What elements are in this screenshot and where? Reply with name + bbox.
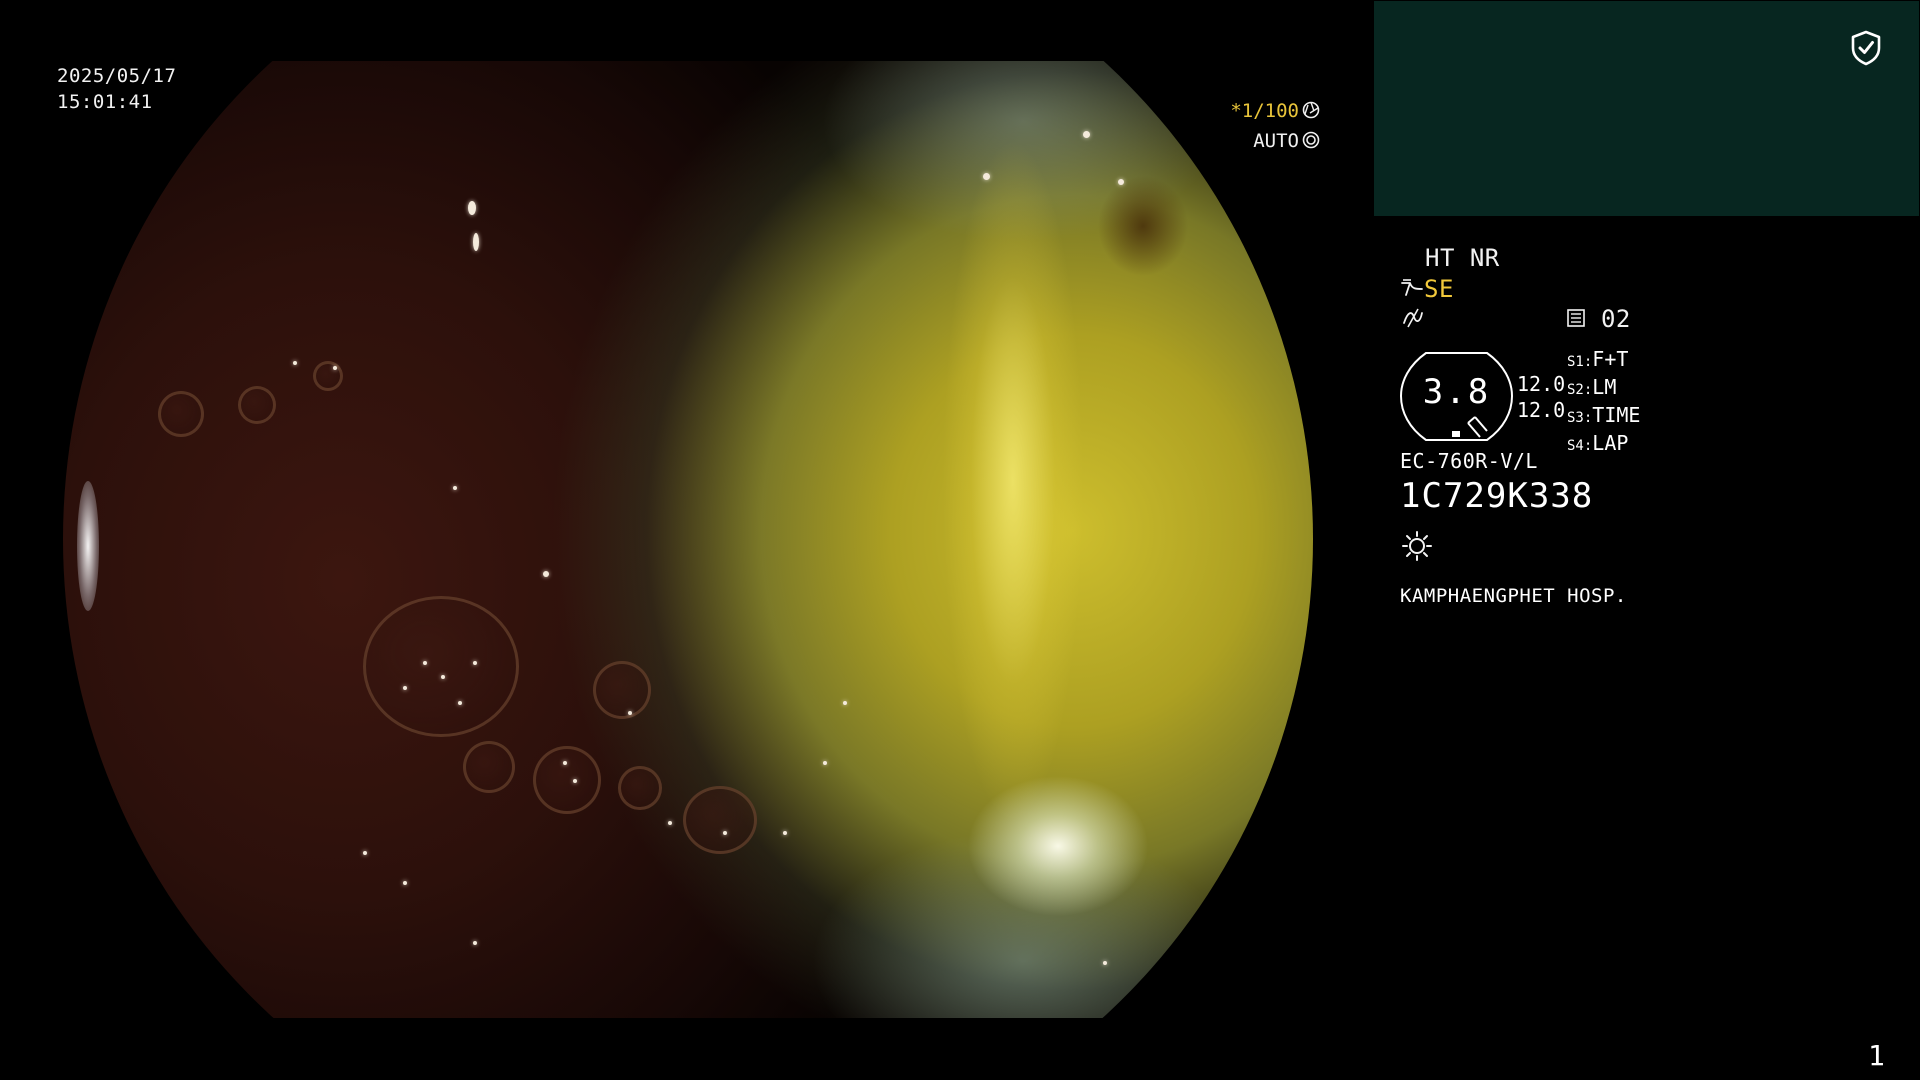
exposure-settings: *1/100 AUTO [1230, 97, 1320, 157]
scope-serial: 1C729K338 [1400, 476, 1594, 516]
datetime: 2025/05/17 15:01:41 [57, 63, 176, 115]
hospital-name: KAMPHAENGPHET HOSP. [1400, 585, 1627, 607]
switch-row: S2:LM [1567, 375, 1617, 399]
image-slot-value: 02 [1600, 305, 1631, 333]
reflection-spot [403, 686, 407, 690]
reflection-spot [628, 711, 632, 715]
reflection-spot [458, 701, 462, 705]
endoscope-view [63, 61, 1313, 1018]
bubble [363, 596, 519, 737]
structure-row: SE [1400, 274, 1454, 306]
reflection-spot [823, 761, 827, 765]
color-mode-icon [1402, 307, 1424, 333]
reflection-spot [333, 366, 337, 370]
bubble [683, 786, 757, 854]
bubble [463, 741, 515, 793]
reflection-spot [983, 173, 990, 180]
structure-enhance-icon [1400, 276, 1424, 306]
bubble [238, 386, 276, 424]
reflection-spot [563, 761, 567, 765]
switch-row: S3:TIME [1567, 403, 1641, 427]
reflection-spot [1103, 961, 1107, 965]
reflection-spot [843, 701, 847, 705]
enhancement-mode: HT NR [1425, 244, 1500, 272]
bubble [158, 391, 204, 437]
switch-row: S1:F+T [1567, 347, 1629, 371]
memory-card-icon [1566, 305, 1586, 335]
reflection-spot [473, 941, 477, 945]
bubble [533, 746, 601, 814]
light-source-icon [1401, 530, 1433, 566]
scope-model: EC-760R-V/L [1400, 449, 1538, 473]
shutter-row: *1/100 [1230, 97, 1320, 127]
bubble [313, 361, 343, 391]
reflection-spot [403, 881, 407, 885]
reflection-spot [441, 675, 445, 679]
reflection-spot [783, 831, 787, 835]
reflection-spot [473, 661, 477, 665]
switch-assignments: S1:F+T S2:LM S3:TIME S4:LAP [1567, 347, 1640, 459]
reflection-spot [1083, 131, 1090, 138]
image-slot-row: 02 [1566, 304, 1631, 335]
aperture-icon [1302, 99, 1320, 127]
scale-bottom: 12.0 [1517, 398, 1566, 422]
iris-mode: AUTO [1253, 130, 1299, 152]
bubble [618, 766, 662, 810]
reflection-spot [473, 233, 479, 251]
reflection-spot [723, 831, 727, 835]
thumbnail-area [1374, 1, 1919, 216]
scope-edge-glare [77, 481, 99, 611]
reflection-spot [1118, 179, 1124, 185]
iris-row: AUTO [1230, 127, 1320, 157]
zoom-value: 3.8 [1422, 372, 1491, 412]
bubble [593, 661, 651, 719]
shutter-value: *1/100 [1230, 100, 1299, 122]
reflection-spot [668, 821, 672, 825]
switch-row: S4:LAP [1567, 431, 1629, 455]
shield-check-icon [1850, 30, 1882, 66]
scale-readout: 12.0 12.0 [1517, 371, 1565, 423]
reflection-spot [453, 486, 457, 490]
reflection-spot [363, 851, 367, 855]
date-label: 2025/05/17 [57, 65, 177, 87]
time-label: 15:01:41 [57, 91, 153, 113]
iris-icon [1302, 129, 1320, 157]
scale-top: 12.0 [1517, 372, 1566, 396]
reflection-spot [573, 779, 577, 783]
reflection-spot [543, 571, 549, 577]
reflection-spot [468, 201, 476, 215]
page-number: 1 [1868, 1039, 1885, 1072]
structure-mode: SE [1424, 275, 1454, 303]
reflection-spot [423, 661, 427, 665]
reflection-spot [293, 361, 297, 365]
